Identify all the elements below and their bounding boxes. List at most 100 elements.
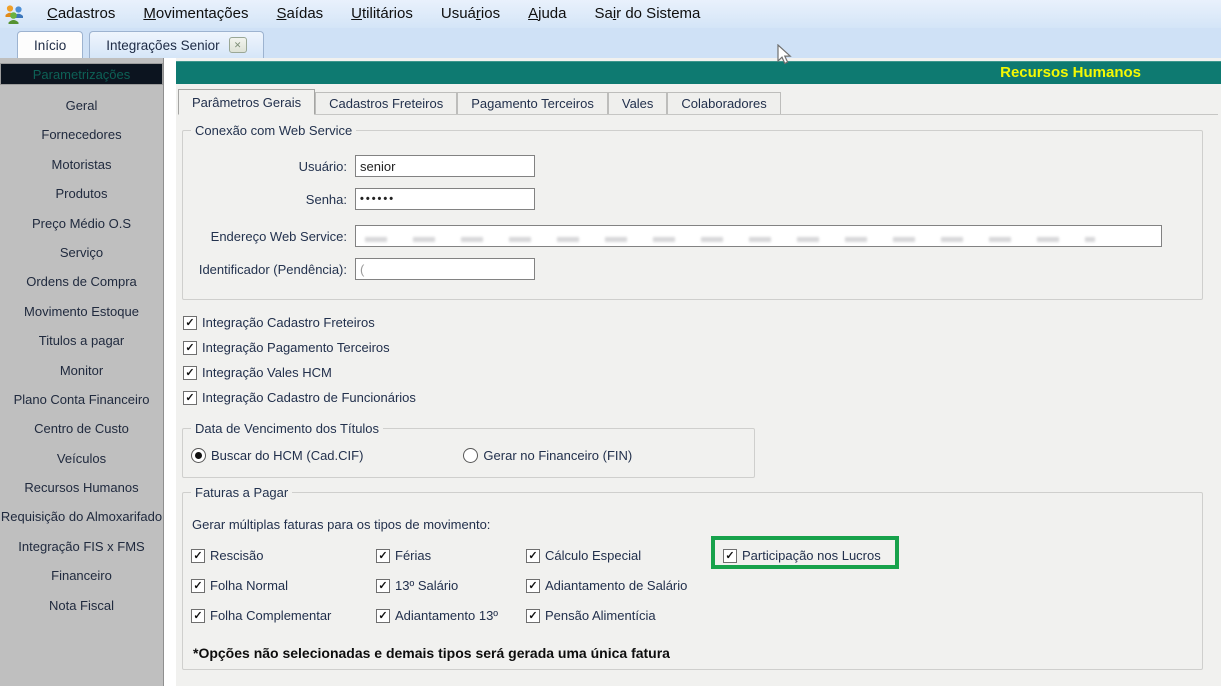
window-tab-bar: Início Integrações Senior ✕ — [0, 28, 1221, 58]
close-tab-icon[interactable]: ✕ — [228, 37, 247, 53]
group-title: Faturas a Pagar — [191, 485, 293, 500]
checkbox-pensao-alimenticia[interactable]: ✓ Pensão Alimentícia — [526, 603, 723, 628]
sidebar-item-recursos-humanos[interactable]: Recursos Humanos — [0, 473, 163, 502]
sidebar-item-integracao-fis-x-fms[interactable]: Integração FIS x FMS — [0, 532, 163, 561]
grid-row: ✓ Folha Complementar ✓ Adiantamento 13º … — [191, 603, 1191, 633]
due-date-group: Data de Vencimento dos Títulos Buscar do… — [182, 421, 755, 478]
checkbox-checked-icon: ✓ — [526, 608, 540, 623]
users-icon — [3, 3, 25, 25]
grid-row: ✓ Rescisão ✓ Férias ✓ Cálculo Especial ✓ — [191, 536, 1191, 573]
main-panel: Recursos Humanos Parâmetros Gerais Cadas… — [176, 58, 1221, 686]
grid-row: ✓ Folha Normal ✓ 13º Salário ✓ Adiantame… — [191, 573, 1191, 603]
checkbox-checked-icon: ✓ — [183, 315, 197, 330]
sidebar-item-movimento-estoque[interactable]: Movimento Estoque — [0, 297, 163, 326]
movement-type-grid: ✓ Rescisão ✓ Férias ✓ Cálculo Especial ✓ — [191, 536, 1191, 633]
checkbox-rescisao[interactable]: ✓ Rescisão — [191, 543, 376, 568]
single-invoice-note: *Opções não selecionadas e demais tipos … — [193, 645, 670, 661]
menu-utilitarios[interactable]: Utilitários — [337, 0, 427, 28]
usuario-input[interactable] — [355, 155, 535, 177]
checkbox-checked-icon: ✓ — [376, 548, 390, 563]
sidebar-item-produtos[interactable]: Produtos — [0, 179, 163, 208]
identificador-label: Identificador (Pendência): — [198, 261, 347, 277]
sidebar-item-financeiro[interactable]: Financeiro — [0, 561, 163, 590]
content-tab-bar: Parâmetros Gerais Cadastros Freteiros Pa… — [178, 88, 1218, 115]
senha-input[interactable] — [355, 188, 535, 210]
tab-inicio-label: Início — [34, 37, 67, 53]
tab-integracoes-senior-label: Integrações Senior — [106, 37, 220, 53]
tab-pagamento-terceiros[interactable]: Pagamento Terceiros — [457, 92, 608, 114]
sidebar-item-nota-fiscal[interactable]: Nota Fiscal — [0, 591, 163, 620]
checkbox-integracao-cadastro-de-funcionarios[interactable]: ✓ Integração Cadastro de Funcionários — [183, 385, 416, 410]
checkbox-integracao-vales-hcm[interactable]: ✓ Integração Vales HCM — [183, 360, 416, 385]
connection-group: Conexão com Web Service Usuário: Senha: … — [182, 123, 1203, 300]
usuario-label: Usuário: — [298, 158, 347, 174]
checkbox-checked-icon: ✓ — [183, 340, 197, 355]
endereco-row: Endereço Web Service: — [183, 225, 1162, 247]
module-header: Recursos Humanos — [176, 61, 1221, 84]
tab-colaboradores[interactable]: Colaboradores — [667, 92, 781, 114]
sidebar-item-servico[interactable]: Serviço — [0, 238, 163, 267]
sidebar-item-titulos-a-pagar[interactable]: Titulos a pagar — [0, 326, 163, 355]
checkbox-calculo-especial[interactable]: ✓ Cálculo Especial — [526, 543, 723, 568]
sidebar-item-veiculos[interactable]: Veículos — [0, 444, 163, 473]
checkbox-participacao-nos-lucros[interactable]: ✓ Participação nos Lucros — [711, 536, 899, 569]
endereco-input[interactable] — [355, 225, 1162, 247]
checkbox-adiantamento-13[interactable]: ✓ Adiantamento 13º — [376, 603, 526, 628]
menu-usuarios[interactable]: Usuários — [427, 0, 514, 28]
checkbox-adiantamento-de-salario[interactable]: ✓ Adiantamento de Salário — [526, 573, 723, 598]
checkbox-checked-icon: ✓ — [526, 548, 540, 563]
group-title: Data de Vencimento dos Títulos — [191, 421, 384, 436]
radio-unselected-icon — [463, 448, 479, 463]
checkbox-folha-normal[interactable]: ✓ Folha Normal — [191, 573, 376, 598]
sidebar-item-requisicao-do-almoxarifado[interactable]: Requisição do Almoxarifado — [0, 502, 163, 531]
checkbox-checked-icon: ✓ — [376, 578, 390, 593]
sidebar-item-preco-medio-os[interactable]: Preço Médio O.S — [0, 209, 163, 238]
checkbox-folha-complementar[interactable]: ✓ Folha Complementar — [191, 603, 376, 628]
tab-cadastros-freteiros[interactable]: Cadastros Freteiros — [315, 92, 458, 114]
tab-vales[interactable]: Vales — [607, 92, 668, 114]
radio-buscar-do-hcm[interactable]: Buscar do HCM (Cad.CIF) — [191, 448, 363, 463]
checkbox-checked-icon: ✓ — [183, 365, 197, 380]
module-title: Recursos Humanos — [1000, 64, 1141, 81]
integration-checkbox-list: ✓ Integração Cadastro Freteiros ✓ Integr… — [183, 310, 416, 410]
checkbox-checked-icon: ✓ — [526, 578, 540, 593]
sidebar-item-motoristas[interactable]: Motoristas — [0, 150, 163, 179]
radio-selected-icon — [191, 448, 206, 463]
sidebar-item-ordens-de-compra[interactable]: Ordens de Compra — [0, 267, 163, 296]
menu-cadastros[interactable]: Cadastros — [33, 0, 129, 28]
checkbox-checked-icon: ✓ — [723, 548, 737, 563]
sidebar: Parametrizações Geral Fornecedores Motor… — [0, 58, 164, 686]
sidebar-item-geral[interactable]: Geral — [0, 91, 163, 120]
checkbox-ferias[interactable]: ✓ Férias — [376, 543, 526, 568]
identificador-row: Identificador (Pendência): — [183, 258, 535, 280]
sidebar-item-fornecedores[interactable]: Fornecedores — [0, 120, 163, 149]
checkbox-checked-icon: ✓ — [183, 390, 197, 405]
tab-parametros-gerais[interactable]: Parâmetros Gerais — [178, 89, 316, 115]
checkbox-integracao-cadastro-freteiros[interactable]: ✓ Integração Cadastro Freteiros — [183, 310, 416, 335]
checkbox-checked-icon: ✓ — [376, 608, 390, 623]
sidebar-item-parametrizacoes[interactable]: Parametrizações — [0, 63, 163, 85]
invoices-group: Faturas a Pagar Gerar múltiplas faturas … — [182, 485, 1203, 670]
endereco-label: Endereço Web Service: — [210, 228, 347, 244]
sidebar-item-plano-conta-financeiro[interactable]: Plano Conta Financeiro — [0, 385, 163, 414]
group-title: Conexão com Web Service — [191, 123, 357, 138]
due-date-options: Buscar do HCM (Cad.CIF) Gerar no Finance… — [191, 448, 632, 463]
sidebar-item-centro-de-custo[interactable]: Centro de Custo — [0, 414, 163, 443]
senha-row: Senha: — [183, 188, 535, 210]
menu-saidas[interactable]: Saídas — [262, 0, 337, 28]
checkbox-integracao-pagamento-terceiros[interactable]: ✓ Integração Pagamento Terceiros — [183, 335, 416, 360]
checkbox-checked-icon: ✓ — [191, 578, 205, 593]
menu-sair-do-sistema[interactable]: Sair do Sistema — [580, 0, 714, 28]
menu-movimentacoes[interactable]: Movimentações — [129, 0, 262, 28]
identificador-input[interactable] — [355, 258, 535, 280]
senha-label: Senha: — [305, 191, 347, 207]
checkbox-checked-icon: ✓ — [191, 548, 205, 563]
tab-integracoes-senior[interactable]: Integrações Senior ✕ — [89, 31, 264, 58]
checkbox-checked-icon: ✓ — [191, 608, 205, 623]
checkbox-13-salario[interactable]: ✓ 13º Salário — [376, 573, 526, 598]
radio-gerar-no-financeiro[interactable]: Gerar no Financeiro (FIN) — [463, 448, 632, 463]
menu-ajuda[interactable]: Ajuda — [514, 0, 580, 28]
invoices-subtitle: Gerar múltiplas faturas para os tipos de… — [192, 517, 491, 532]
tab-inicio[interactable]: Início — [17, 31, 84, 58]
sidebar-item-monitor[interactable]: Monitor — [0, 356, 163, 385]
